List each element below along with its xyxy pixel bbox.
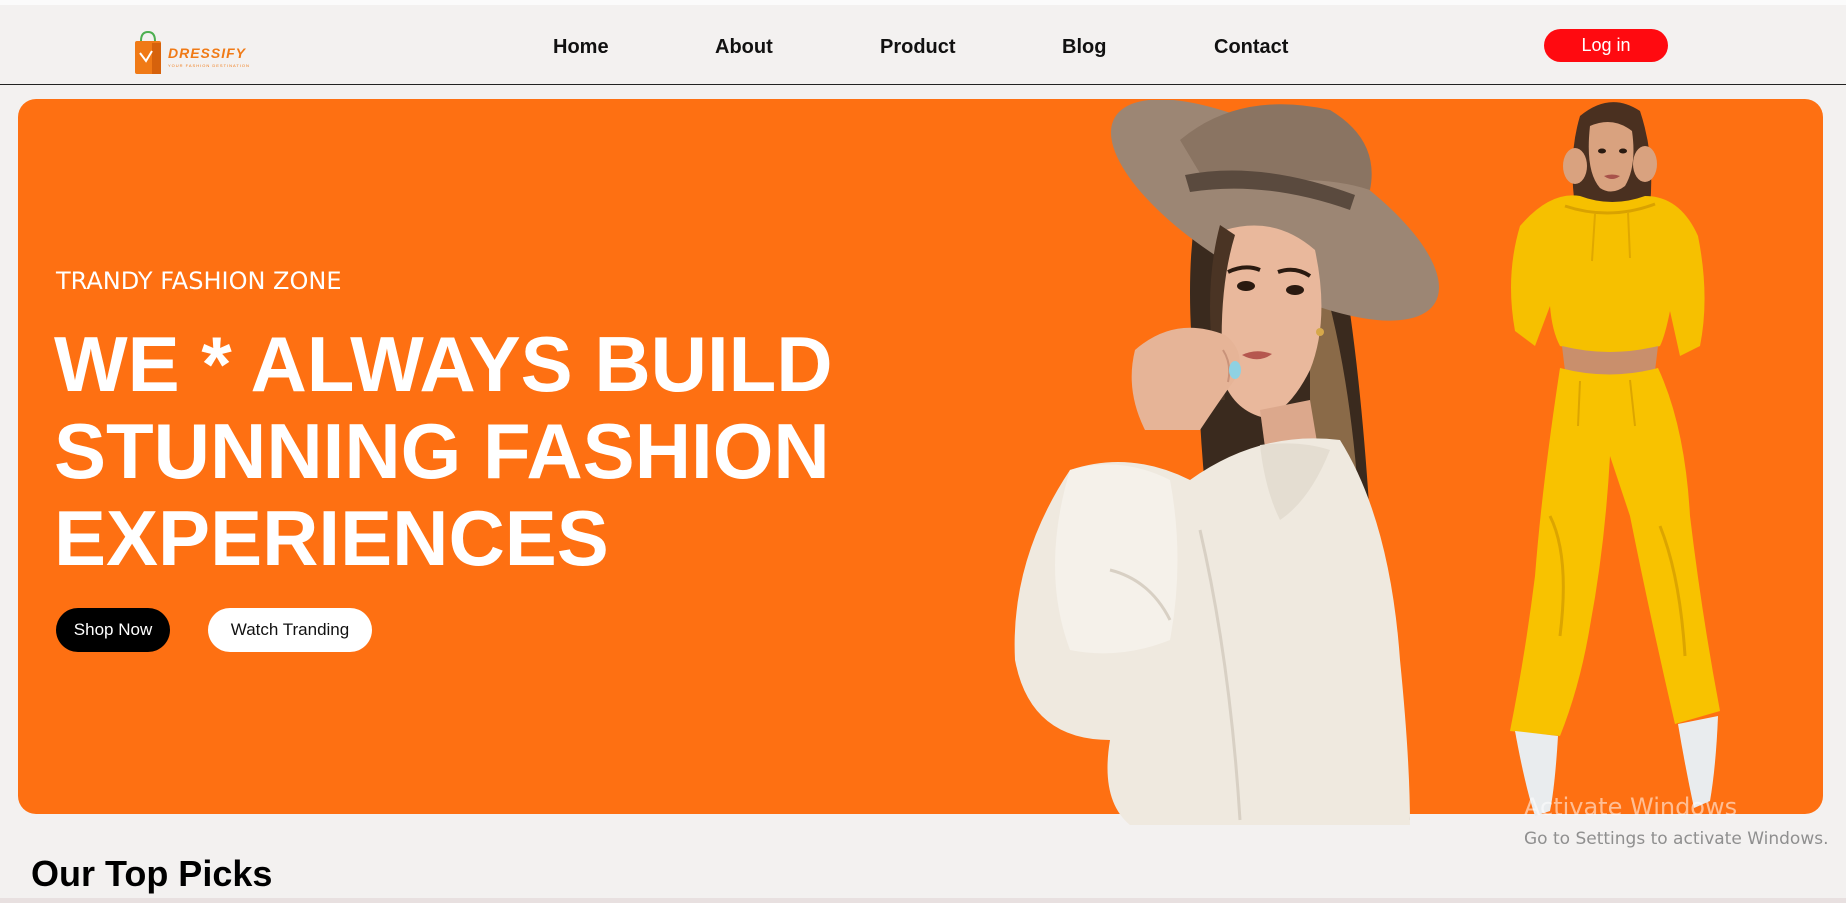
brand-logo[interactable]: DRESSIFY YOUR FASHION DESTINATION bbox=[132, 23, 252, 83]
nav-blog[interactable]: Blog bbox=[1062, 36, 1106, 59]
hero-subtitle: TRANDY FASHION ZONE bbox=[56, 267, 342, 295]
shop-now-button[interactable]: Shop Now bbox=[56, 608, 170, 652]
hero-title: WE * ALWAYS BUILD STUNNING FASHION EXPER… bbox=[54, 321, 934, 582]
nav-contact[interactable]: Contact bbox=[1214, 36, 1288, 59]
shopping-bag-icon bbox=[135, 31, 161, 74]
hero-title-line-2: STUNNING FASHION bbox=[54, 407, 830, 495]
brand-name: DRESSIFY bbox=[168, 45, 247, 61]
nav-home[interactable]: Home bbox=[553, 36, 609, 59]
login-button[interactable]: Log in bbox=[1544, 29, 1668, 62]
watch-trending-button[interactable]: Watch Tranding bbox=[208, 608, 372, 652]
section-divider bbox=[0, 898, 1846, 903]
hero-title-line-1: WE * ALWAYS BUILD bbox=[54, 320, 833, 408]
brand-tagline: YOUR FASHION DESTINATION bbox=[168, 63, 250, 68]
windows-watermark-title: Activate Windows bbox=[1524, 793, 1738, 821]
nav-product[interactable]: Product bbox=[880, 36, 956, 59]
model-hat-white-shirt-image bbox=[1014, 100, 1439, 825]
top-picks-heading: Our Top Picks bbox=[31, 853, 273, 894]
hero-title-line-3: EXPERIENCES bbox=[54, 494, 609, 582]
model-yellow-tracksuit-image bbox=[1510, 102, 1720, 816]
windows-watermark-subtitle: Go to Settings to activate Windows. bbox=[1524, 829, 1829, 849]
nav-about[interactable]: About bbox=[715, 36, 773, 59]
site-header: DRESSIFY YOUR FASHION DESTINATION Home A… bbox=[0, 5, 1846, 85]
